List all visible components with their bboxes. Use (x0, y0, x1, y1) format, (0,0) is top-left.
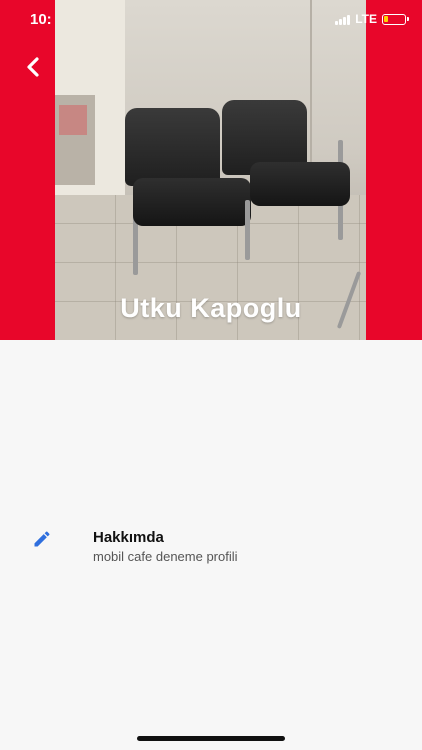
pencil-icon[interactable] (32, 529, 52, 549)
home-indicator (137, 736, 285, 741)
about-title: Hakkımda (93, 529, 164, 546)
signal-icon (335, 14, 351, 25)
photo-chair-seat (133, 178, 251, 226)
photo-chair-leg (245, 200, 250, 260)
profile-cover-photo (55, 0, 366, 340)
photo-wall-corner (310, 0, 312, 170)
chevron-left-icon (27, 57, 39, 77)
back-button[interactable] (20, 52, 46, 82)
network-label: LTE (355, 12, 377, 26)
photo-door (55, 95, 95, 185)
battery-icon (382, 13, 409, 25)
status-time: 10: (30, 11, 52, 28)
photo-chair-seat (250, 162, 350, 206)
about-section[interactable]: Hakkımda mobil cafe deneme profili (0, 520, 422, 576)
about-subtitle: mobil cafe deneme profili (93, 549, 238, 564)
photo-chair-back (125, 108, 220, 186)
profile-header: 10: LTE Utku Kapoglu (0, 0, 422, 340)
profile-name: Utku Kapoglu (120, 293, 302, 323)
status-indicators: LTE (335, 12, 409, 26)
